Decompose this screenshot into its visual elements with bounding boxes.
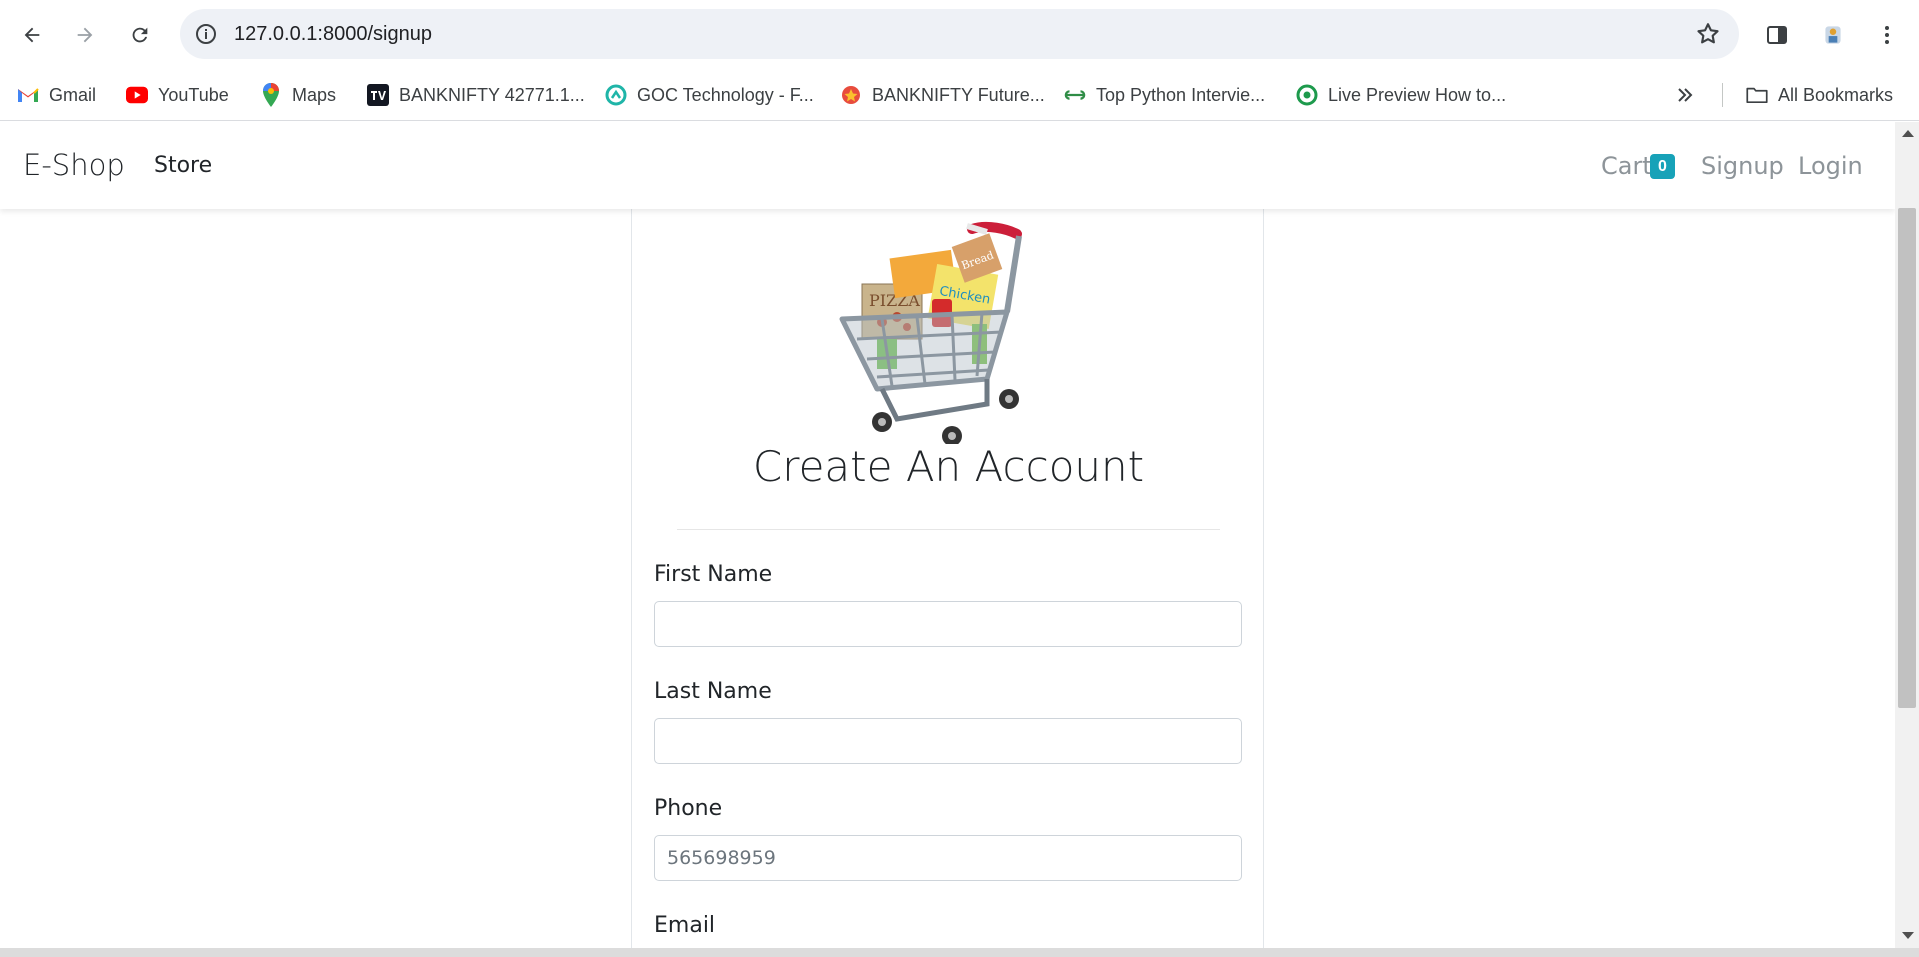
bookmarks-bar: Gmail YouTube Maps BANKNIFTY 42771.1... … <box>0 69 1919 121</box>
bookmark-goc-technology[interactable]: GOC Technology - F... <box>605 80 814 110</box>
bookmark-banknifty-tv[interactable]: BANKNIFTY 42771.1... <box>367 80 585 110</box>
address-bar[interactable]: 127.0.0.1:8000/signup <box>180 9 1739 59</box>
forward-button[interactable] <box>67 17 103 53</box>
kebab-menu-icon <box>1885 26 1889 44</box>
nav-cart-link[interactable]: Cart <box>1601 152 1652 180</box>
site-navbar: E-Shop Store Cart 0 Signup Login <box>0 122 1895 209</box>
banknifty-icon <box>840 84 862 106</box>
nav-signup-link[interactable]: Signup <box>1701 152 1784 180</box>
gmail-icon <box>17 84 39 106</box>
bookmark-python-interview[interactable]: Top Python Intervie... <box>1064 80 1265 110</box>
signup-card: PIZZA Chicken Bread Create An Account Fi… <box>631 202 1264 948</box>
phone-label: Phone <box>654 796 723 821</box>
back-arrow-icon <box>24 27 40 43</box>
page-scrollbar[interactable] <box>1895 122 1919 948</box>
extension-button[interactable] <box>1818 20 1848 50</box>
folder-icon <box>1746 84 1768 106</box>
cart-count-badge: 0 <box>1650 154 1675 179</box>
reload-icon <box>132 27 148 43</box>
bookmark-live-preview[interactable]: Live Preview How to... <box>1296 80 1506 110</box>
menu-button[interactable] <box>1872 20 1902 50</box>
maps-icon <box>260 83 282 107</box>
title-divider <box>677 529 1220 530</box>
last-name-input[interactable] <box>654 718 1242 764</box>
first-name-input[interactable] <box>654 601 1242 647</box>
email-label: Email <box>654 913 716 938</box>
last-name-label: Last Name <box>654 679 772 704</box>
side-panel-button[interactable] <box>1762 20 1792 50</box>
bookmark-banknifty-future[interactable]: BANKNIFTY Future... <box>840 80 1045 110</box>
double-chevron-right-icon <box>1678 88 1693 102</box>
bookmark-star-icon[interactable] <box>1695 21 1721 47</box>
livepreview-icon <box>1296 84 1318 106</box>
scroll-thumb[interactable] <box>1898 208 1916 708</box>
nav-store-link[interactable]: Store <box>154 153 212 178</box>
first-name-label: First Name <box>654 562 773 587</box>
page-title: Create An Account <box>752 442 1145 491</box>
bookmark-gmail[interactable]: Gmail <box>17 80 96 110</box>
url-text: 127.0.0.1:8000/signup <box>234 23 432 45</box>
forward-arrow-icon <box>77 27 93 43</box>
shopping-cart-image: PIZZA Chicken Bread <box>839 221 1022 444</box>
page-viewport: E-Shop Store Cart 0 Signup Login PIZZA C… <box>0 122 1895 948</box>
site-info-icon[interactable] <box>194 22 218 46</box>
bookmark-youtube[interactable]: YouTube <box>126 80 229 110</box>
geeks-icon <box>1064 84 1086 106</box>
nav-login-link[interactable]: Login <box>1798 152 1863 180</box>
extension-icon <box>1825 26 1841 44</box>
goc-icon <box>605 84 627 106</box>
all-bookmarks-button[interactable]: All Bookmarks <box>1746 80 1893 110</box>
horizontal-scroll-strip <box>0 948 1919 957</box>
side-panel-icon <box>1767 26 1787 44</box>
bookmarks-separator <box>1722 83 1723 107</box>
scroll-down-arrow-icon[interactable] <box>1902 932 1914 939</box>
phone-input[interactable] <box>654 835 1242 881</box>
reload-button[interactable] <box>122 17 158 53</box>
bookmark-maps[interactable]: Maps <box>260 80 336 110</box>
tradingview-icon <box>367 84 389 106</box>
youtube-icon <box>126 84 148 106</box>
bookmarks-overflow-button[interactable] <box>1676 80 1694 110</box>
brand-logo[interactable]: E-Shop <box>23 148 125 182</box>
scroll-up-arrow-icon[interactable] <box>1902 130 1914 137</box>
browser-toolbar: 127.0.0.1:8000/signup <box>0 0 1919 69</box>
back-button[interactable] <box>14 17 50 53</box>
